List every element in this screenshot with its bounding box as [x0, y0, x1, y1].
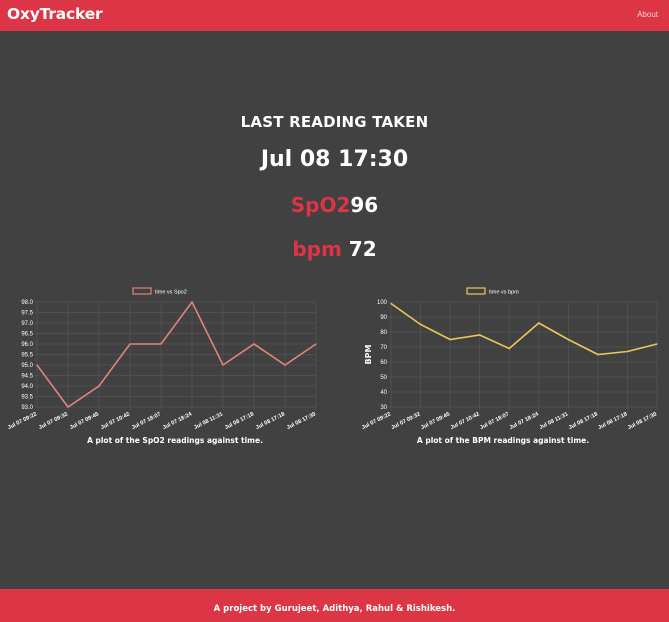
data-point	[191, 301, 193, 303]
x-tick-label: Jul 08 11:31	[193, 411, 224, 431]
y-tick-label: 94.5	[21, 374, 33, 380]
data-point	[626, 350, 629, 353]
y-tick-label: 93.0	[21, 405, 33, 411]
bpm-reading: bpm 72	[0, 237, 669, 261]
y-tick-label: 96.0	[21, 342, 33, 348]
x-tick-label: Jul 07 09:45	[420, 411, 451, 431]
y-tick-label: 60	[380, 360, 387, 366]
y-tick-label: 96.5	[21, 332, 33, 338]
x-tick-label: Jul 07 09:32	[38, 411, 69, 431]
last-reading-title: LAST READING TAKEN	[240, 113, 429, 131]
x-tick-label: Jul 07 10:42	[100, 411, 131, 431]
spo2-reading: SpO296	[0, 193, 669, 217]
spo2-chart-caption: A plot of the SpO2 readings against time…	[87, 436, 263, 445]
data-point	[67, 406, 69, 408]
data-point	[567, 338, 569, 341]
y-tick-label: 30	[380, 405, 387, 411]
y-tick-label: 95.5	[21, 353, 33, 359]
spo2-label: SpO2	[290, 193, 351, 217]
y-tick-label: 90	[380, 315, 387, 321]
bpm-chart-svg: 100 90 80 70 60 50 40 30Jul 07 09:22Jul 07 09:3…	[361, 287, 658, 431]
bpm-chart-caption: A plot of the BPM readings against time.	[416, 436, 590, 445]
bpm-value: 72	[348, 237, 377, 261]
data-point	[419, 323, 422, 326]
data-point	[508, 347, 510, 350]
data-point	[253, 343, 255, 345]
data-point	[538, 322, 540, 324]
about-link[interactable]: About	[637, 10, 658, 19]
y-tick-label: 95.0	[21, 363, 33, 369]
y-tick-label: 50	[380, 375, 387, 381]
x-tick-label: Jul 08 17:18	[568, 411, 599, 431]
data-point	[284, 364, 286, 366]
data-point	[160, 343, 162, 345]
legend-swatch	[466, 287, 486, 295]
legend-label: time vs bpm	[489, 290, 519, 296]
x-tick-label: Jul 08 17:30	[286, 411, 317, 431]
x-tick-label: Jul 08 17:30	[627, 411, 658, 431]
y-tick-label: 97.0	[21, 321, 33, 327]
x-tick-label: Jul 07 18:24	[162, 411, 194, 431]
x-tick-label: Jul 08 11:31	[539, 411, 570, 431]
y-axis-title: BPM	[364, 345, 373, 365]
y-tick-label: 40	[380, 390, 387, 396]
bpm-label: bpm	[292, 237, 342, 261]
y-tick-label: 93.5	[21, 395, 33, 401]
footer-credits: A project by Gurujeet, Adithya, Rahul & …	[213, 604, 456, 614]
y-tick-label: 98.0	[21, 300, 33, 306]
legend-swatch	[132, 287, 152, 295]
data-point	[656, 343, 658, 345]
x-tick-label: Jul 07 09:45	[69, 411, 100, 431]
x-tick-label: Jul 07 09:22	[361, 411, 392, 431]
spo2-chart-svg: 98.0 97.5 97.0 96.5 96.0 95.5 95.0 94.5 94.0 93.5…	[7, 287, 317, 431]
x-tick-label: Jul 07 18:07	[479, 411, 510, 431]
x-tick-label: Jul 07 09:32	[390, 411, 421, 431]
last-reading-timestamp: Jul 08 17:30	[260, 147, 409, 172]
y-tick-label: 80	[380, 330, 387, 336]
data-point	[222, 364, 224, 366]
x-tick-label: Jul 07 18:24	[509, 411, 541, 431]
data-point	[390, 302, 392, 305]
y-tick-label: 70	[380, 345, 387, 351]
bpm-chart: 100 90 80 70 60 50 40 30 Jul 07 09:22 Jul 07 09:3…	[335, 282, 669, 434]
data-point	[597, 353, 599, 356]
data-point	[479, 334, 481, 336]
x-tick-label: Jul 07 18:07	[131, 411, 162, 431]
brand-logo[interactable]: OxyTracker	[7, 5, 103, 23]
y-tick-label: 100	[377, 300, 388, 306]
y-tick-label: 94.0	[21, 384, 33, 390]
data-point	[129, 343, 131, 345]
data-point	[315, 343, 317, 345]
x-tick-label: Jul 07 10:42	[450, 411, 481, 431]
data-point	[36, 364, 38, 366]
data-point	[449, 338, 451, 341]
footer: A project by Gurujeet, Adithya, Rahul & …	[0, 589, 669, 622]
spo2-value: 96	[350, 193, 379, 217]
x-tick-label: Jul 08 17:18	[224, 411, 255, 431]
spo2-chart: 98.0 97.5 97.0 96.5 96.0 95.5 95.0 94.5 94.0 93.5…	[0, 282, 334, 434]
navbar: OxyTracker About	[0, 0, 669, 31]
legend-label: time vs Spo2	[155, 290, 187, 296]
x-tick-label: Jul 08 17:18	[597, 411, 628, 431]
x-tick-label: Jul 08 17:18	[255, 411, 286, 431]
y-tick-label: 97.5	[21, 311, 33, 317]
x-tick-label: Jul 07 09:22	[7, 411, 38, 431]
data-point	[98, 385, 100, 387]
